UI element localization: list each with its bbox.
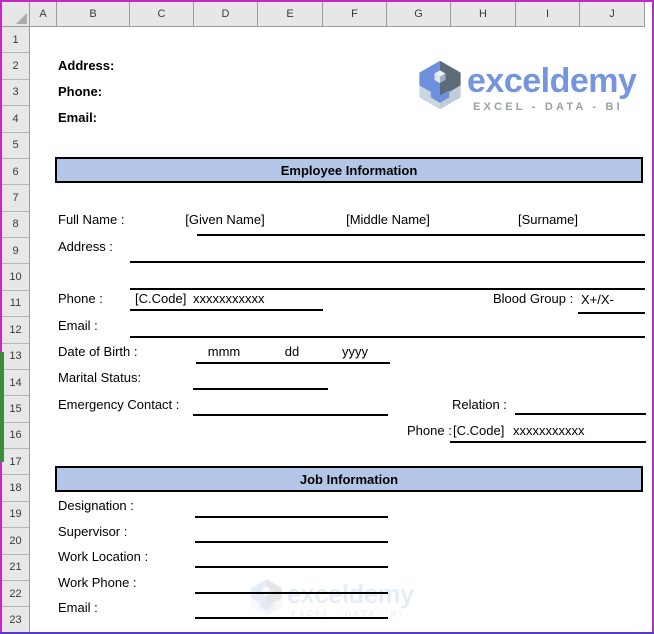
- emergency-contact-label: Emergency Contact :: [58, 397, 180, 412]
- full-name-input-line[interactable]: [197, 234, 645, 236]
- watermark-brand-text: exceldemy: [286, 580, 414, 609]
- emergency-contact-input-line[interactable]: [193, 414, 388, 416]
- dob-month-placeholder[interactable]: mmm: [199, 344, 249, 360]
- phone-number-placeholder[interactable]: xxxxxxxxxxx: [193, 291, 265, 307]
- emergency-phone-country-code-placeholder[interactable]: [C.Code]: [453, 423, 504, 439]
- letterhead-email-label: Email:: [58, 110, 98, 125]
- row-header-10[interactable]: 10: [2, 264, 30, 291]
- marital-status-label: Marital Status:: [58, 370, 142, 385]
- screenshot-border-top: [0, 0, 654, 2]
- job-information-header: Job Information: [55, 466, 643, 492]
- full-name-label: Full Name :: [58, 212, 125, 227]
- employee-information-header: Employee Information: [55, 157, 643, 183]
- employee-phone-label: Phone :: [58, 291, 103, 306]
- column-header-D[interactable]: D: [194, 2, 258, 27]
- emergency-phone-number-placeholder[interactable]: xxxxxxxxxxx: [513, 423, 585, 439]
- employee-email-label: Email :: [58, 318, 98, 333]
- row-header-5[interactable]: 5: [2, 132, 30, 159]
- work-phone-input-line[interactable]: [195, 592, 388, 594]
- row-header-23[interactable]: 23: [2, 607, 30, 634]
- dob-input-line[interactable]: [196, 362, 390, 364]
- work-phone-label: Work Phone :: [58, 575, 137, 590]
- column-header-E[interactable]: E: [258, 2, 323, 27]
- blood-group-label: Blood Group :: [493, 291, 574, 306]
- row-header-1[interactable]: 1: [2, 27, 30, 54]
- row-header-6[interactable]: 6: [2, 158, 30, 186]
- row-header-2[interactable]: 2: [2, 53, 30, 80]
- given-name-placeholder[interactable]: [Given Name]: [175, 212, 275, 228]
- row-header-16[interactable]: 16: [2, 422, 30, 449]
- row-headers: 1 2 3 4 5 6 7 8 9 10 11 12 13 14 15 16 17 18 19 20 21 22 23: [2, 27, 30, 634]
- work-location-input-line[interactable]: [195, 566, 388, 568]
- screenshot-border-green-segment: [0, 352, 4, 462]
- select-all-triangle-icon: [16, 13, 27, 24]
- address-input-line-2[interactable]: [130, 288, 645, 290]
- column-header-G[interactable]: G: [387, 2, 451, 27]
- phone-input-line[interactable]: [130, 309, 323, 311]
- exceldemy-watermark-cube-icon: [251, 579, 282, 616]
- job-email-input-line[interactable]: [195, 617, 388, 619]
- row-header-22[interactable]: 22: [2, 580, 30, 608]
- email-input-line[interactable]: [130, 336, 645, 338]
- row-header-21[interactable]: 21: [2, 554, 30, 581]
- row-header-18[interactable]: 18: [2, 475, 30, 502]
- designation-input-line[interactable]: [195, 516, 388, 518]
- column-header-A[interactable]: A: [30, 2, 57, 27]
- row-header-9[interactable]: 9: [2, 238, 30, 265]
- row-header-20[interactable]: 20: [2, 528, 30, 555]
- row-header-11[interactable]: 11: [2, 290, 30, 318]
- row-header-12[interactable]: 12: [2, 317, 30, 344]
- blood-group-input-line[interactable]: [578, 312, 645, 314]
- employee-address-label: Address :: [58, 239, 113, 254]
- letterhead-phone-label: Phone:: [58, 84, 103, 99]
- row-header-8[interactable]: 8: [2, 211, 30, 238]
- letterhead-address-label: Address:: [58, 58, 115, 73]
- designation-label: Designation :: [58, 498, 134, 513]
- column-header-J[interactable]: J: [580, 2, 645, 27]
- column-header-H[interactable]: H: [451, 2, 516, 27]
- row-header-7[interactable]: 7: [2, 185, 30, 212]
- dob-day-placeholder[interactable]: dd: [272, 344, 312, 360]
- work-location-label: Work Location :: [58, 549, 149, 564]
- exceldemy-tagline-text: EXCEL - DATA - BI: [473, 101, 623, 113]
- row-header-3[interactable]: 3: [2, 79, 30, 107]
- row-header-14[interactable]: 14: [2, 369, 30, 397]
- row-header-4[interactable]: 4: [2, 106, 30, 133]
- relation-input-line[interactable]: [515, 413, 646, 415]
- exceldemy-brand-text: exceldemy: [467, 62, 637, 100]
- phone-country-code-placeholder[interactable]: [C.Code]: [135, 291, 186, 307]
- dob-label: Date of Birth :: [58, 344, 138, 359]
- column-headers: ABCDEFGHIJ: [2, 2, 645, 27]
- column-header-I[interactable]: I: [516, 2, 580, 27]
- job-email-label: Email :: [58, 600, 98, 615]
- supervisor-label: Supervisor :: [58, 524, 128, 539]
- column-header-C[interactable]: C: [130, 2, 194, 27]
- emergency-phone-label: Phone :: [407, 423, 452, 438]
- column-header-B[interactable]: B: [57, 2, 130, 27]
- surname-placeholder[interactable]: [Surname]: [498, 212, 598, 228]
- column-header-F[interactable]: F: [323, 2, 387, 27]
- row-header-19[interactable]: 19: [2, 501, 30, 529]
- exceldemy-cube-icon: [419, 60, 461, 110]
- relation-label: Relation :: [452, 397, 507, 412]
- dob-year-placeholder[interactable]: yyyy: [330, 344, 380, 360]
- emergency-phone-input-line[interactable]: [450, 441, 646, 443]
- marital-status-input-line[interactable]: [193, 388, 328, 390]
- row-header-13[interactable]: 13: [2, 343, 30, 370]
- select-all-corner[interactable]: [2, 2, 30, 27]
- row-header-17[interactable]: 17: [2, 449, 30, 476]
- row-header-15[interactable]: 15: [2, 396, 30, 423]
- address-input-line-1[interactable]: [130, 261, 645, 263]
- middle-name-placeholder[interactable]: [Middle Name]: [338, 212, 438, 228]
- supervisor-input-line[interactable]: [195, 541, 388, 543]
- screenshot-border-left: [0, 0, 2, 634]
- blood-group-placeholder[interactable]: X+/X-: [581, 292, 614, 308]
- worksheet-area[interactable]: Address: Phone: Email: exceldemy EXCEL -…: [30, 27, 652, 632]
